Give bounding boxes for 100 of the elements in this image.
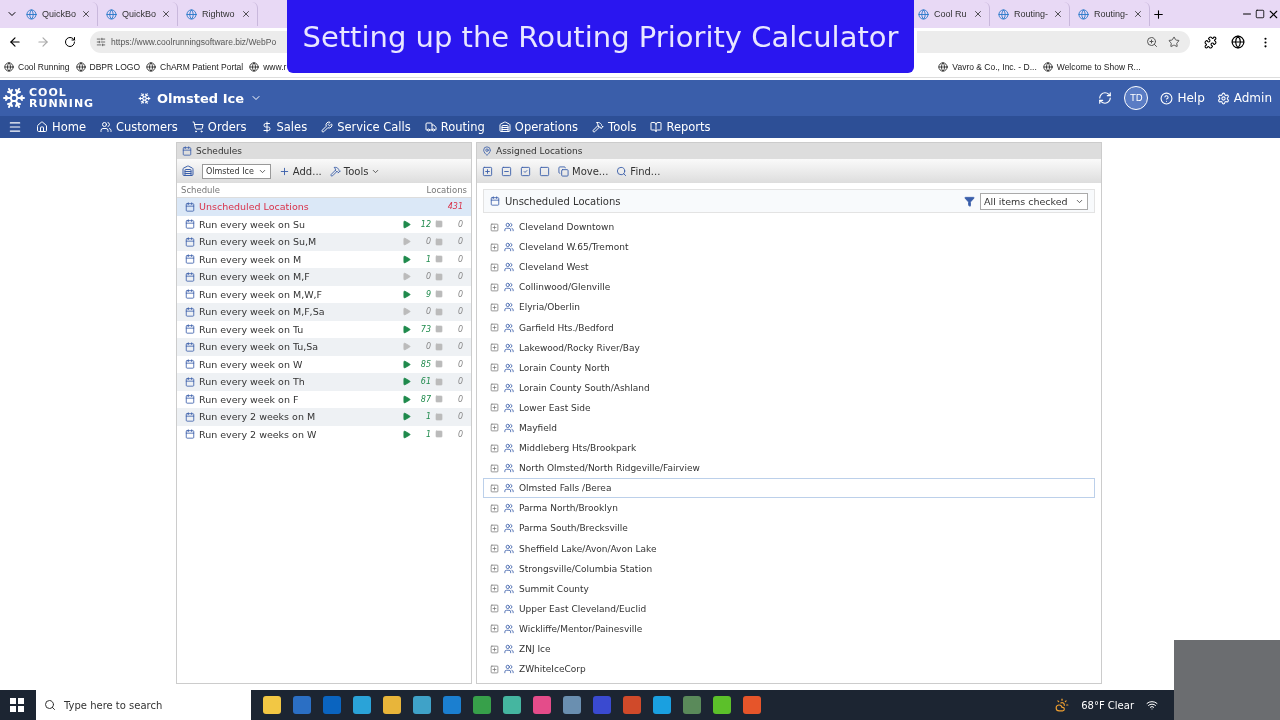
schedule-row[interactable]: Run every 2 weeks on M 1 0 bbox=[177, 408, 471, 426]
star-icon[interactable] bbox=[1168, 36, 1180, 48]
location-row[interactable]: North Olmsted/North Ridgeville/Fairview bbox=[483, 458, 1095, 479]
browser-tab[interactable]: Rightwo bbox=[180, 2, 258, 26]
move-button[interactable]: Move... bbox=[558, 165, 609, 177]
tools-button[interactable]: Tools bbox=[329, 165, 381, 177]
location-row[interactable]: Elyria/Oberlin bbox=[483, 297, 1095, 318]
bookmark[interactable]: ChARM Patient Portal bbox=[146, 61, 244, 72]
expand-icon[interactable] bbox=[490, 302, 499, 312]
windows-logo-icon[interactable] bbox=[10, 698, 24, 712]
expand-icon[interactable] bbox=[490, 403, 499, 413]
company-dropdown[interactable]: Olmsted Ice bbox=[132, 89, 268, 107]
location-row[interactable]: Strongsville/Columbia Station bbox=[483, 558, 1095, 579]
browser-tab[interactable]: QuickBo bbox=[100, 2, 178, 26]
expand-icon[interactable] bbox=[490, 443, 499, 453]
app-icon[interactable] bbox=[323, 696, 341, 714]
close-icon[interactable] bbox=[973, 9, 983, 19]
expand-icon[interactable] bbox=[490, 383, 499, 393]
schedule-row[interactable]: Run every week on Su,M 0 0 bbox=[177, 233, 471, 251]
expand-icon[interactable] bbox=[490, 624, 499, 634]
admin-link[interactable]: Admin bbox=[1216, 91, 1272, 105]
app-icon[interactable] bbox=[743, 696, 761, 714]
location-row[interactable]: Mayfield bbox=[483, 417, 1095, 439]
location-row[interactable]: Upper East Cleveland/Euclid bbox=[483, 598, 1095, 619]
app-icon[interactable] bbox=[563, 696, 581, 714]
app-icon[interactable] bbox=[473, 696, 491, 714]
add-button[interactable]: Add... bbox=[278, 165, 322, 177]
profile-icon[interactable] bbox=[1231, 35, 1245, 49]
nav-item[interactable]: Tools bbox=[592, 120, 637, 134]
browser-tab[interactable]: QuickBo bbox=[20, 2, 98, 26]
address-bar[interactable]: https://www.coolrunningsoftware.biz/WebPo bbox=[90, 31, 290, 53]
app-icon[interactable] bbox=[263, 696, 281, 714]
app-icon[interactable] bbox=[713, 696, 731, 714]
bookmark[interactable]: Cool Running bbox=[4, 61, 70, 72]
location-row[interactable]: Wickliffe/Mentor/Painesville bbox=[483, 618, 1095, 639]
nav-item[interactable]: Service Calls bbox=[321, 120, 411, 134]
nav-item[interactable]: Orders bbox=[191, 120, 247, 134]
app-icon[interactable] bbox=[353, 696, 371, 714]
expand-icon[interactable] bbox=[490, 564, 499, 574]
company-select[interactable]: Olmsted Ice bbox=[202, 163, 271, 179]
expand-icon[interactable] bbox=[490, 343, 499, 353]
expand-icon[interactable] bbox=[490, 323, 499, 332]
new-tab-icon[interactable] bbox=[1152, 7, 1165, 21]
location-row[interactable]: Cleveland Downtown bbox=[483, 217, 1095, 238]
collapse-all-icon[interactable] bbox=[501, 165, 512, 177]
schedule-row[interactable]: Run every week on M,F 0 0 bbox=[177, 268, 471, 286]
expand-icon[interactable] bbox=[490, 644, 499, 654]
bookmark[interactable]: DBPR LOGO bbox=[75, 61, 141, 72]
app-icon[interactable] bbox=[503, 696, 521, 714]
location-row[interactable]: Lakewood/Rocky River/Bay bbox=[483, 337, 1095, 358]
uncheck-all-icon[interactable] bbox=[539, 165, 550, 177]
refresh-icon[interactable] bbox=[1098, 91, 1113, 105]
schedule-row[interactable]: Run every week on Tu,Sa 0 0 bbox=[177, 338, 471, 356]
expand-icon[interactable] bbox=[490, 463, 499, 473]
expand-all-icon[interactable] bbox=[482, 165, 493, 177]
taskbar-search[interactable]: Type here to search bbox=[36, 690, 251, 720]
expand-icon[interactable] bbox=[490, 262, 499, 272]
menu-icon[interactable] bbox=[8, 120, 22, 134]
close-icon[interactable] bbox=[1133, 9, 1143, 19]
expand-icon[interactable] bbox=[490, 523, 499, 533]
expand-icon[interactable] bbox=[490, 664, 499, 674]
close-icon[interactable] bbox=[161, 9, 171, 19]
location-row[interactable]: Olmsted Falls /Berea bbox=[483, 478, 1095, 499]
bookmark[interactable]: Vavro & Co., Inc. - D... bbox=[938, 61, 1037, 72]
filter-select[interactable]: All items checked bbox=[980, 192, 1088, 210]
expand-icon[interactable] bbox=[490, 363, 499, 373]
app-icon[interactable] bbox=[443, 696, 461, 714]
location-row[interactable]: ZWhiteIceCorp bbox=[483, 659, 1095, 680]
location-row[interactable]: Parma South/Brecksville bbox=[483, 518, 1095, 539]
nav-item[interactable]: Routing bbox=[424, 120, 485, 134]
browser-tab[interactable]: Routing- bbox=[1072, 2, 1150, 26]
location-row[interactable]: Lorain County South/Ashland bbox=[483, 377, 1095, 398]
extensions-icon[interactable] bbox=[1204, 35, 1217, 49]
schedule-row[interactable]: Run every week on Th 61 0 bbox=[177, 373, 471, 391]
help-link[interactable]: Help bbox=[1160, 91, 1205, 105]
expand-icon[interactable] bbox=[490, 503, 499, 513]
user-avatar[interactable]: TD bbox=[1124, 86, 1149, 110]
app-icon[interactable] bbox=[533, 696, 551, 714]
app-icon[interactable] bbox=[293, 696, 311, 714]
nav-item[interactable]: Sales bbox=[260, 120, 308, 134]
app-icon[interactable] bbox=[623, 696, 641, 714]
location-row[interactable]: Collinwood/Glenville bbox=[483, 277, 1095, 298]
bookmark[interactable]: Welcome to Show R... bbox=[1042, 61, 1141, 72]
close-icon[interactable] bbox=[1053, 9, 1063, 19]
schedule-row[interactable]: Run every week on M,F,Sa 0 0 bbox=[177, 303, 471, 321]
nav-item[interactable]: Reports bbox=[650, 120, 711, 134]
zoom-icon[interactable] bbox=[1146, 36, 1158, 48]
nav-item[interactable]: Customers bbox=[99, 120, 178, 134]
location-row[interactable]: Garfield Hts./Bedford bbox=[483, 317, 1095, 338]
location-row[interactable]: Lorain County North bbox=[483, 357, 1095, 378]
expand-icon[interactable] bbox=[490, 604, 499, 614]
location-row[interactable]: Cleveland West bbox=[483, 257, 1095, 278]
location-row[interactable]: Summit County bbox=[483, 578, 1095, 599]
location-row[interactable]: Cleveland W.65/Tremont bbox=[483, 237, 1095, 258]
app-icon[interactable] bbox=[383, 696, 401, 714]
location-row[interactable]: Parma North/Brooklyn bbox=[483, 498, 1095, 519]
schedule-row[interactable]: Unscheduled Locations 431 bbox=[177, 198, 471, 216]
expand-icon[interactable] bbox=[490, 222, 499, 232]
nav-item[interactable]: Operations bbox=[498, 120, 579, 134]
check-all-icon[interactable] bbox=[520, 165, 531, 177]
